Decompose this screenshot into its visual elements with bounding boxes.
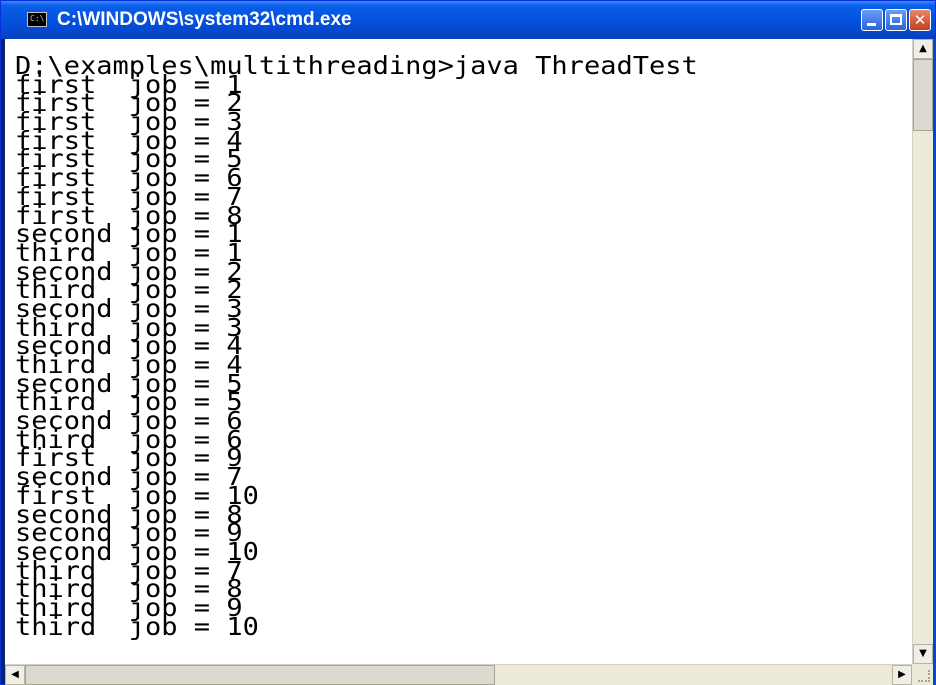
console-output-line: third job = 10 [15,611,259,641]
arrow-right-icon: ▶ [898,669,906,680]
console-output[interactable]: D:\examples\multithreading>java ThreadTe… [5,39,912,664]
scroll-left-button[interactable]: ◀ [5,665,25,685]
maximize-button[interactable] [885,9,907,31]
scroll-up-button[interactable]: ▲ [913,39,933,59]
cmd-icon[interactable]: C:\ [27,12,47,27]
console-text: D:\examples\multithreading>java ThreadTe… [15,53,698,641]
resize-grip-icon [918,670,930,682]
scroll-right-button[interactable]: ▶ [892,665,912,685]
arrow-up-icon: ▲ [919,43,927,54]
close-icon: ✕ [913,11,927,29]
arrow-left-icon: ◀ [11,669,19,680]
horizontal-scroll-thumb[interactable] [25,665,495,685]
cmd-icon-glyph: C:\ [30,14,45,23]
arrow-down-icon: ▼ [919,648,927,659]
maximize-icon [890,14,902,25]
vertical-scroll-thumb[interactable] [913,59,933,131]
minimize-button[interactable] [861,9,883,31]
close-button[interactable]: ✕ [909,9,931,31]
cmd-window: C:\ C:\WINDOWS\system32\cmd.exe ✕ D:\exa… [0,0,936,685]
horizontal-scrollbar[interactable]: ◀ ▶ [5,664,912,685]
title-bar[interactable]: C:\ C:\WINDOWS\system32\cmd.exe ✕ [1,1,935,39]
scroll-down-button[interactable]: ▼ [913,644,933,664]
vertical-scrollbar[interactable]: ▲ ▼ [912,39,933,664]
minimize-icon [867,23,876,26]
resize-grip[interactable] [912,664,933,685]
window-title: C:\WINDOWS\system32\cmd.exe [57,9,352,30]
